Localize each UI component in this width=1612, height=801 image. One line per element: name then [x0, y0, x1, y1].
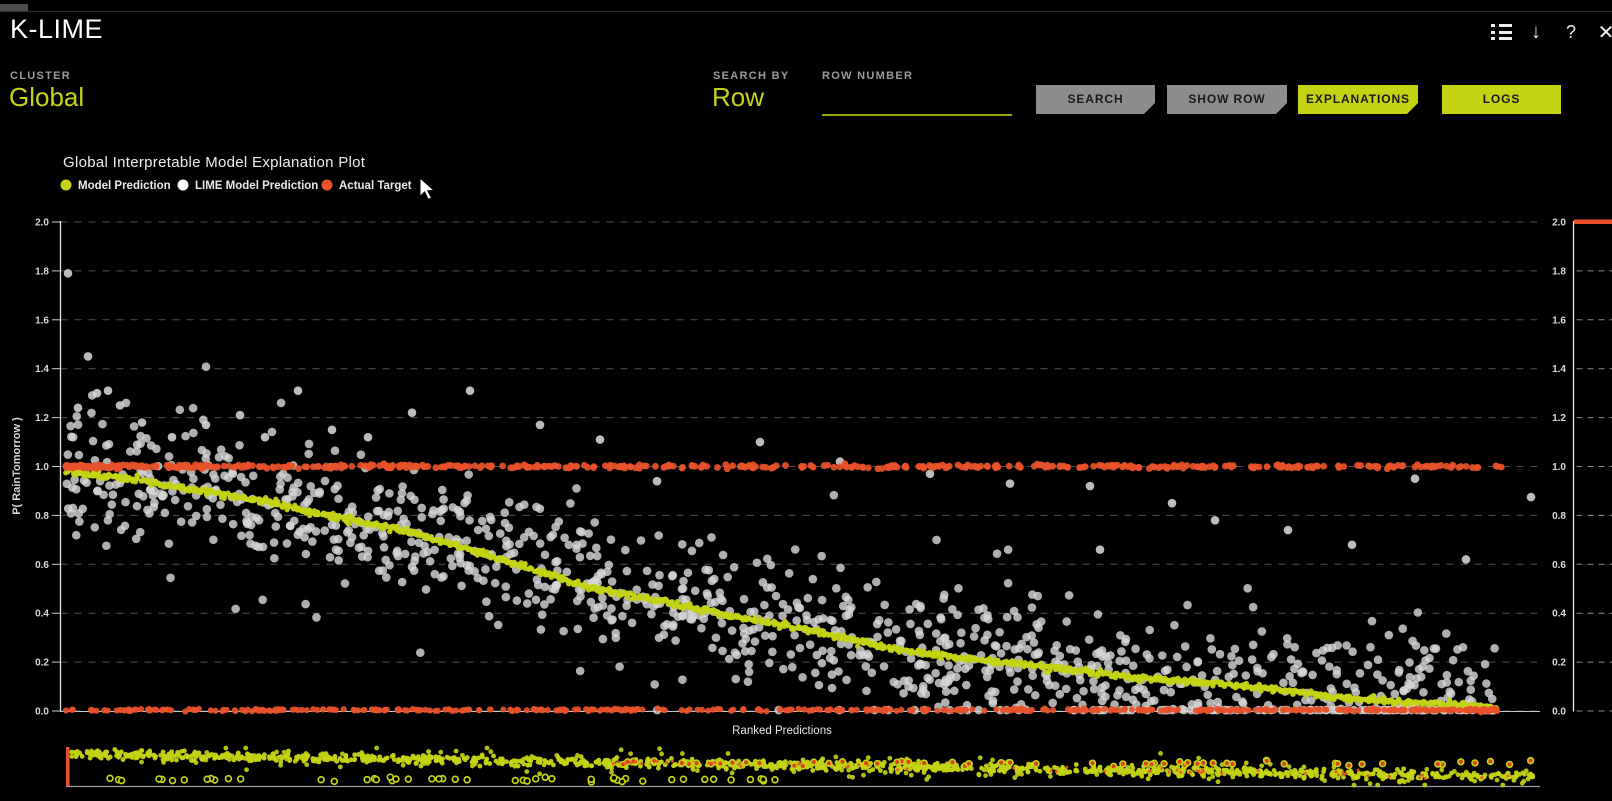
- legend-dot: [177, 179, 189, 191]
- row-number-input[interactable]: [822, 88, 1012, 116]
- legend-label: Model Prediction: [78, 180, 171, 192]
- search-by-value[interactable]: Row: [712, 82, 764, 113]
- show-row-button[interactable]: SHOW ROW: [1167, 85, 1287, 114]
- explanations-button[interactable]: EXPLANATIONS: [1298, 85, 1418, 114]
- list-icon-glyph: [1490, 24, 1512, 40]
- y-tick-label: 0.6: [35, 560, 49, 571]
- y-tick-label: 1.8: [35, 266, 49, 277]
- right-axis-tick-label: 0.2: [1552, 658, 1566, 669]
- right-axis-tick-label: 0.0: [1552, 707, 1566, 718]
- y-tick-label: 0.4: [35, 609, 49, 620]
- y-context-brush-area[interactable]: [1574, 222, 1612, 711]
- right-axis-tick-label: 0.6: [1552, 560, 1566, 571]
- right-axis-tick-label: 0.4: [1552, 609, 1566, 620]
- legend-dot: [60, 179, 72, 191]
- y-tick-label: 0.8: [35, 511, 49, 522]
- search-button[interactable]: SEARCH: [1036, 85, 1155, 114]
- titlebar-icons: ↓ ? ✕: [1488, 19, 1612, 45]
- window-top-border: [0, 11, 1612, 12]
- y-tick-label: 1.4: [35, 364, 49, 375]
- y-tick-label: 0.2: [35, 658, 49, 669]
- logs-button[interactable]: LOGS: [1442, 85, 1561, 114]
- right-axis-tick-label: 1.8: [1552, 266, 1566, 277]
- legend-item[interactable]: Model Prediction: [60, 179, 171, 193]
- y-tick-label: 1.6: [35, 315, 49, 326]
- y-tick-label: 1.0: [35, 462, 49, 473]
- legend-label: Actual Target: [339, 180, 412, 192]
- plot-brush-area[interactable]: [61, 222, 1498, 711]
- right-axis-tick-label: 0.8: [1552, 511, 1566, 522]
- x-axis-title: Ranked Predictions: [732, 725, 832, 737]
- chart-title: Global Interpretable Model Explanation P…: [63, 154, 366, 171]
- download-icon[interactable]: ↓: [1523, 19, 1549, 45]
- row-number-label: ROW NUMBER: [822, 70, 914, 82]
- right-axis-tick-label: 1.2: [1552, 413, 1566, 424]
- close-icon[interactable]: ✕: [1593, 19, 1612, 45]
- klime-plot: Global Interpretable Model Explanation P…: [11, 154, 1612, 788]
- legend-dot: [321, 179, 333, 191]
- right-axis-tick-label: 1.4: [1552, 364, 1566, 375]
- cluster-value[interactable]: Global: [9, 82, 84, 113]
- legend-item[interactable]: LIME Model Prediction: [177, 179, 319, 193]
- page-title: K-LIME: [10, 14, 104, 44]
- y-axis-title: P( RainTomorrow ): [11, 417, 23, 515]
- y-tick-label: 0.0: [35, 707, 49, 718]
- cluster-label: CLUSTER: [10, 70, 72, 82]
- legend-item[interactable]: Actual Target: [321, 179, 412, 193]
- help-icon[interactable]: ?: [1558, 19, 1584, 45]
- right-axis-tick-label: 1.0: [1552, 462, 1566, 473]
- search-by-label: SEARCH BY: [713, 70, 790, 82]
- y-tick-label: 2.0: [35, 218, 49, 229]
- right-axis-tick-label: 2.0: [1552, 218, 1566, 229]
- x-context-brush-area[interactable]: [66, 747, 1537, 786]
- legend-label: LIME Model Prediction: [195, 180, 318, 192]
- list-icon[interactable]: [1488, 19, 1514, 45]
- mouse-cursor: [419, 176, 436, 201]
- y-tick-label: 1.2: [35, 413, 49, 424]
- right-axis-tick-label: 1.6: [1552, 315, 1566, 326]
